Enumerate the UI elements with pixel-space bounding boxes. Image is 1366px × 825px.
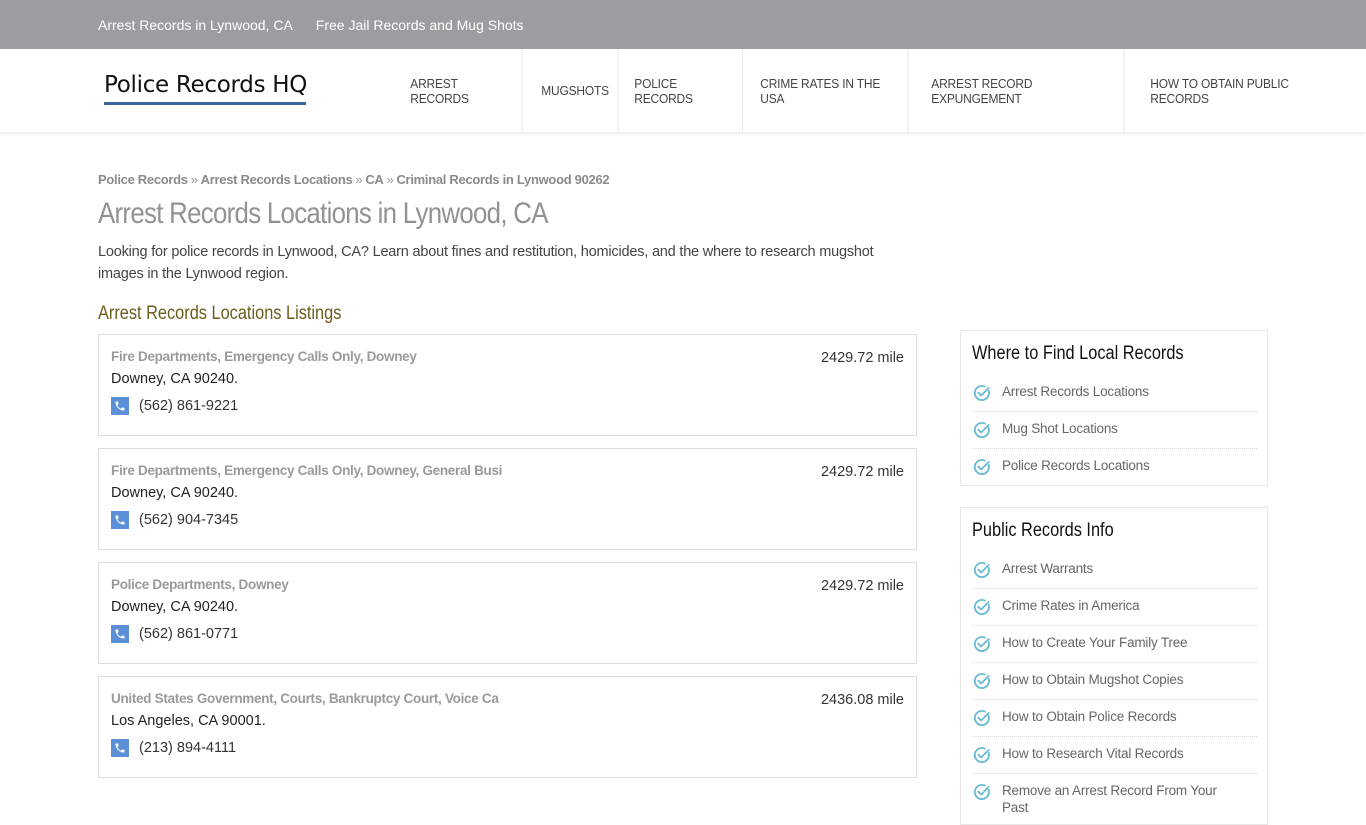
check-circle-icon xyxy=(973,784,990,800)
widget-public-records-info: Public Records Info Arrest Warrants Crim… xyxy=(960,507,1268,825)
widget-item: Crime Rates in America xyxy=(972,589,1257,626)
breadcrumb-separator: » xyxy=(190,172,198,187)
widget-link[interactable]: Arrest Records Locations xyxy=(1002,383,1149,400)
site-header: Police Records HQ Arrest Records Mugshot… xyxy=(0,49,1366,132)
breadcrumb-separator: » xyxy=(355,172,363,187)
listing-card: Police Departments, Downey Downey, CA 90… xyxy=(98,562,917,664)
listing-name[interactable]: Fire Departments, Emergency Calls Only, … xyxy=(111,463,502,478)
nav-obtain-public-records[interactable]: How to Obtain Public Records xyxy=(1142,49,1348,132)
phone-icon xyxy=(111,511,129,529)
phone-number[interactable]: (562) 861-0771 xyxy=(139,626,238,642)
listings-heading: Arrest Records Locations Listings xyxy=(98,303,342,324)
listing-phone: (213) 894-4111 xyxy=(111,739,236,757)
listing-address: Downey, CA 90240. xyxy=(111,599,239,615)
widget-item: How to Create Your Family Tree xyxy=(972,626,1257,663)
listing-card: Fire Departments, Emergency Calls Only, … xyxy=(98,448,917,550)
widget-link[interactable]: Arrest Warrants xyxy=(1002,560,1093,577)
widget-item: Arrest Warrants xyxy=(972,552,1257,589)
listing-name[interactable]: Police Departments, Downey xyxy=(111,577,289,592)
topbar-link-arrest-records-lynwood[interactable]: Arrest Records in Lynwood, CA xyxy=(98,17,293,33)
logo-text: Police Records HQ xyxy=(104,72,308,98)
widget-link[interactable]: Mug Shot Locations xyxy=(1002,420,1118,437)
phone-icon xyxy=(111,739,129,757)
breadcrumb-arrest-records-locations[interactable]: Arrest Records Locations xyxy=(201,172,353,187)
breadcrumb-ca[interactable]: CA xyxy=(365,172,383,187)
listing-card: Fire Departments, Emergency Calls Only, … xyxy=(98,334,917,436)
listing-address: Downey, CA 90240. xyxy=(111,371,239,387)
listing-distance: 2429.72 mile xyxy=(820,578,904,594)
listing-distance: 2429.72 mile xyxy=(820,464,904,480)
check-circle-icon xyxy=(973,562,990,578)
check-circle-icon xyxy=(973,636,990,652)
listing-phone: (562) 861-9221 xyxy=(111,397,238,415)
widget-link[interactable]: How to Research Vital Records xyxy=(1002,745,1184,762)
check-circle-icon xyxy=(973,385,990,401)
check-circle-icon xyxy=(973,710,990,726)
nav-crime-rates[interactable]: Crime Rates in the USA xyxy=(752,49,909,132)
listing-name[interactable]: Fire Departments, Emergency Calls Only, … xyxy=(111,349,417,364)
widget-link[interactable]: How to Create Your Family Tree xyxy=(1002,634,1188,651)
widget-item: How to Research Vital Records xyxy=(972,737,1257,774)
nav-arrest-record-expungement[interactable]: Arrest Record Expungement xyxy=(923,49,1125,132)
check-circle-icon xyxy=(973,673,990,689)
intro-text: Looking for police records in Lynwood, C… xyxy=(98,244,874,282)
breadcrumb-separator: » xyxy=(386,172,394,187)
widget-link[interactable]: Crime Rates in America xyxy=(1002,597,1140,614)
listing-address: Downey, CA 90240. xyxy=(111,485,239,501)
widget-link[interactable]: How to Obtain Mugshot Copies xyxy=(1002,671,1183,688)
widget-link[interactable]: Police Records Locations xyxy=(1002,457,1150,474)
main-nav: Arrest Records Mugshots Police Records C… xyxy=(402,49,1366,132)
site-logo[interactable]: Police Records HQ xyxy=(104,71,307,105)
listing-distance: 2436.08 mile xyxy=(820,692,904,708)
phone-icon xyxy=(111,397,129,415)
phone-number[interactable]: (562) 904-7345 xyxy=(139,512,238,528)
check-circle-icon xyxy=(973,459,990,475)
phone-number[interactable]: (562) 861-9221 xyxy=(139,398,238,414)
widget-list: Arrest Records Locations Mug Shot Locati… xyxy=(972,375,1257,485)
topbar-link-free-jail-records[interactable]: Free Jail Records and Mug Shots xyxy=(316,17,524,33)
nav-police-records[interactable]: Police Records xyxy=(626,49,743,132)
check-circle-icon xyxy=(973,599,990,615)
breadcrumb-current[interactable]: Criminal Records in Lynwood 90262 xyxy=(396,172,609,187)
widget-item: Arrest Records Locations xyxy=(972,375,1257,412)
widget-link[interactable]: Remove an Arrest Record From Your Past xyxy=(1002,782,1222,816)
widget-item: Remove an Arrest Record From Your Past xyxy=(972,774,1257,824)
phone-number[interactable]: (213) 894-4111 xyxy=(139,740,236,756)
listing-phone: (562) 904-7345 xyxy=(111,511,238,529)
breadcrumb-police-records[interactable]: Police Records xyxy=(98,172,188,187)
widget-local-records: Where to Find Local Records Arrest Recor… xyxy=(960,330,1268,486)
widget-title: Public Records Info xyxy=(972,520,1114,541)
widget-item: Mug Shot Locations xyxy=(972,412,1257,449)
widget-item: How to Obtain Mugshot Copies xyxy=(972,663,1257,700)
listing-phone: (562) 861-0771 xyxy=(111,625,238,643)
listing-name[interactable]: United States Government, Courts, Bankru… xyxy=(111,691,499,706)
check-circle-icon xyxy=(973,747,990,763)
logo-underline xyxy=(104,102,306,105)
widget-link[interactable]: How to Obtain Police Records xyxy=(1002,708,1177,725)
widget-item: Police Records Locations xyxy=(972,449,1257,485)
listing-distance: 2429.72 mile xyxy=(820,350,904,366)
main-content: Police Records» Arrest Records Locations»… xyxy=(98,172,918,778)
widget-list: Arrest Warrants Crime Rates in America H… xyxy=(972,552,1257,824)
page-title: Arrest Records Locations in Lynwood, CA xyxy=(98,197,548,230)
nav-mugshots[interactable]: Mugshots xyxy=(533,49,619,132)
nav-arrest-records[interactable]: Arrest Records xyxy=(402,49,523,132)
widget-title: Where to Find Local Records xyxy=(972,343,1184,364)
top-bar: Arrest Records in Lynwood, CA Free Jail … xyxy=(0,0,1366,49)
phone-icon xyxy=(111,625,129,643)
widget-item: How to Obtain Police Records xyxy=(972,700,1257,737)
listing-card: United States Government, Courts, Bankru… xyxy=(98,676,917,778)
check-circle-icon xyxy=(973,422,990,438)
listing-address: Los Angeles, CA 90001. xyxy=(111,713,266,729)
breadcrumb: Police Records» Arrest Records Locations»… xyxy=(98,172,918,187)
